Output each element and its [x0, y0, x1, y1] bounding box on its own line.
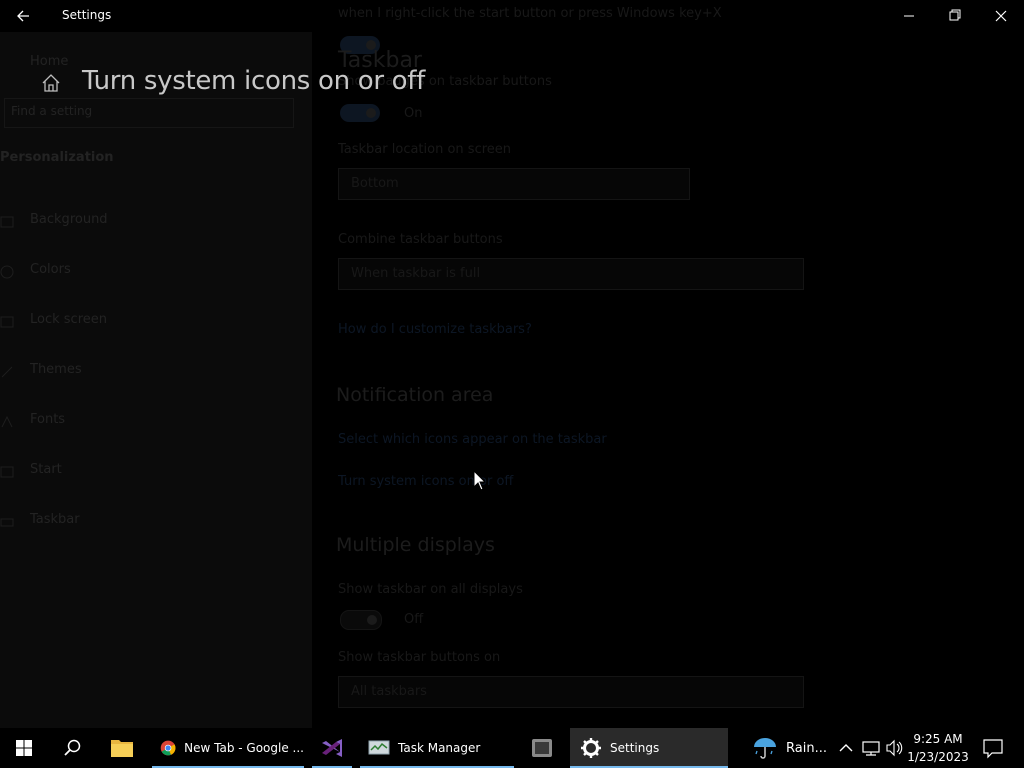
show-all-displays-label: Show taskbar on all displays: [338, 582, 523, 597]
lock-screen-icon: [0, 314, 14, 328]
font-icon: [0, 414, 14, 428]
chevron-up-icon: [839, 744, 853, 752]
start-icon: [0, 464, 14, 478]
picture-icon: [0, 214, 14, 228]
sidebar-item-themes[interactable]: Themes: [0, 362, 300, 386]
sidebar-item-lock-screen[interactable]: Lock screen: [0, 312, 300, 336]
gear-icon: [581, 738, 601, 758]
sidebar-item-label: Background: [30, 212, 108, 227]
start-button[interactable]: [0, 728, 48, 768]
visual-studio-icon: [322, 739, 342, 757]
select-icons-link[interactable]: Select which icons appear on the taskbar: [338, 432, 607, 447]
toggle-state-label: On: [404, 106, 423, 121]
sidebar: Home Find a setting Personalization Back…: [0, 32, 312, 728]
notification-icon: [983, 739, 1003, 759]
sidebar-search-box[interactable]: Find a setting: [4, 98, 294, 128]
folder-icon: [111, 740, 133, 757]
sidebar-item-start[interactable]: Start: [0, 462, 300, 486]
sidebar-item-label: Fonts: [30, 412, 66, 427]
sidebar-section-title: Personalization: [0, 150, 114, 165]
sidebar-item-label: Colors: [30, 262, 71, 277]
combine-label: Combine taskbar buttons: [338, 232, 503, 247]
palette-icon: [0, 264, 14, 279]
taskbar-chrome-label: New Tab - Google ...: [184, 741, 304, 755]
taskbar-settings-label: Settings: [610, 741, 660, 755]
network-icon: [862, 741, 880, 756]
sidebar-home-label[interactable]: Home: [30, 54, 68, 69]
mouse-cursor-icon: [473, 469, 487, 492]
taskbar-weather[interactable]: Rain...: [748, 728, 832, 768]
back-button[interactable]: [10, 6, 36, 26]
back-arrow-icon: [17, 10, 29, 22]
sidebar-item-taskbar[interactable]: Taskbar: [0, 512, 300, 536]
sidebar-item-label: Taskbar: [30, 512, 80, 527]
minimize-button[interactable]: [886, 0, 932, 32]
restore-icon: [949, 9, 961, 21]
speaker-icon: [886, 739, 903, 757]
system-clock[interactable]: 9:25 AM 1/23/2023: [904, 730, 972, 766]
task-manager-icon: [368, 740, 390, 755]
show-hidden-icons-button[interactable]: [836, 728, 856, 768]
show-buttons-dropdown[interactable]: All taskbars: [338, 676, 804, 708]
network-button[interactable]: [860, 728, 882, 768]
volume-button[interactable]: [884, 728, 904, 768]
windows-logo-icon: [16, 740, 32, 756]
taskbar: New Tab - Google ... Task Manager Settin…: [0, 728, 1024, 768]
main-content: when I right-click the start button or p…: [312, 0, 1024, 728]
notification-area-heading: Notification area: [336, 384, 494, 406]
system-icons-link[interactable]: Turn system icons on or off: [338, 474, 513, 489]
combine-dropdown[interactable]: When taskbar is full: [338, 258, 804, 290]
restore-button[interactable]: [932, 0, 978, 32]
close-icon: [995, 10, 1007, 22]
taskbar-visual-studio[interactable]: [308, 728, 356, 768]
taskbar-terminal[interactable]: [518, 728, 566, 768]
sidebar-item-background[interactable]: Background: [0, 212, 300, 236]
terminal-icon: [532, 739, 552, 757]
file-explorer-button[interactable]: [98, 728, 146, 768]
close-button[interactable]: [978, 0, 1024, 32]
toggle-state-label: Off: [404, 612, 424, 627]
action-center-button[interactable]: [978, 728, 1008, 768]
home-icon[interactable]: [40, 72, 62, 94]
search-button[interactable]: [48, 728, 96, 768]
brush-icon: [0, 364, 14, 378]
weather-label: Rain...: [786, 740, 827, 756]
search-icon: [64, 739, 81, 756]
rain-umbrella-icon: [754, 738, 776, 759]
clock-time: 9:25 AM: [913, 732, 963, 746]
location-value: Bottom: [351, 176, 399, 191]
all-displays-toggle[interactable]: [340, 610, 382, 630]
badges-toggle[interactable]: [340, 104, 380, 122]
title-bar: Settings: [0, 0, 1024, 32]
minimize-icon: [904, 15, 914, 17]
sidebar-item-fonts[interactable]: Fonts: [0, 412, 300, 436]
chrome-icon: [160, 740, 176, 756]
clock-date: 1/23/2023: [907, 750, 969, 764]
show-buttons-value: All taskbars: [351, 684, 427, 699]
location-dropdown[interactable]: Bottom: [338, 168, 690, 200]
taskbar-task-manager-label: Task Manager: [398, 741, 481, 755]
taskbar-task-manager[interactable]: Task Manager: [360, 728, 514, 768]
taskbar-chrome[interactable]: New Tab - Google ...: [152, 728, 304, 768]
page-title: Turn system icons on or off: [82, 66, 425, 96]
taskbar-settings[interactable]: Settings: [570, 728, 728, 768]
customize-link[interactable]: How do I customize taskbars?: [338, 322, 532, 337]
taskbar-icon: [0, 514, 14, 528]
combine-value: When taskbar is full: [351, 266, 481, 281]
show-buttons-label: Show taskbar buttons on: [338, 650, 501, 665]
window-title: Settings: [62, 8, 112, 22]
sidebar-item-label: Themes: [30, 362, 82, 377]
settings-window: Settings Home Find a setting Personaliza…: [0, 0, 1024, 728]
sidebar-item-label: Start: [30, 462, 62, 477]
sidebar-item-label: Lock screen: [30, 312, 107, 327]
sidebar-item-colors[interactable]: Colors: [0, 262, 300, 286]
location-label: Taskbar location on screen: [338, 142, 512, 157]
search-placeholder: Find a setting: [11, 104, 93, 118]
multiple-displays-heading: Multiple displays: [336, 534, 495, 556]
